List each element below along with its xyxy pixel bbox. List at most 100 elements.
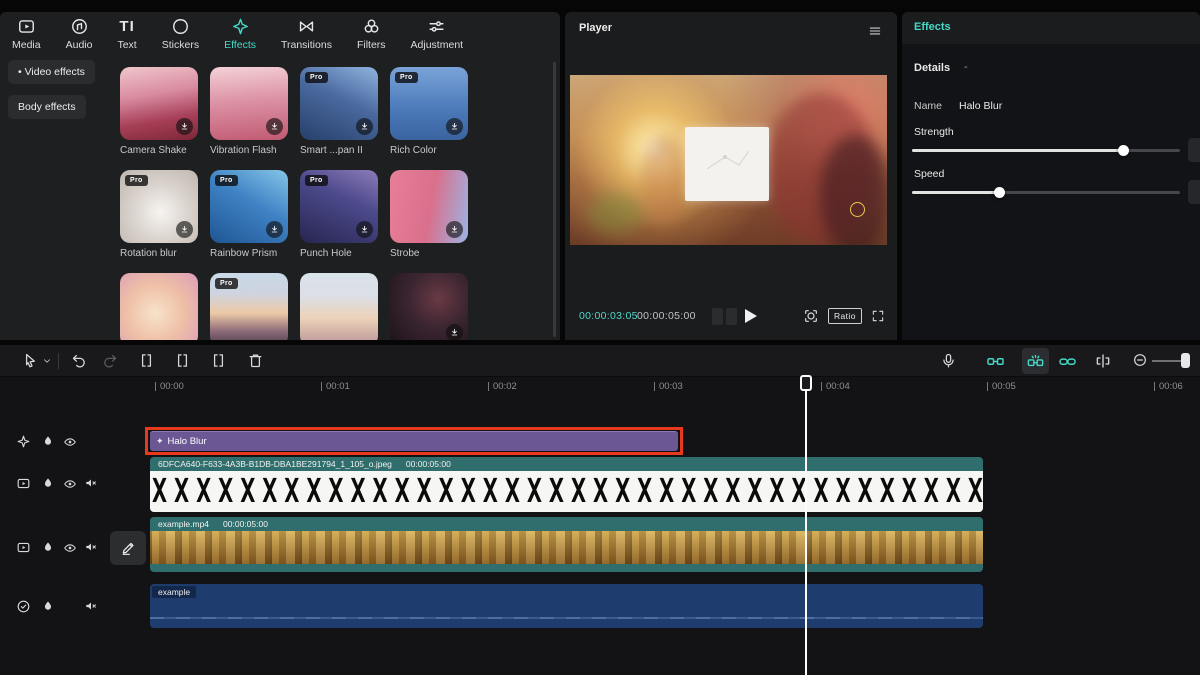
magnetic-icon [1026, 352, 1045, 371]
preview-axis-icon[interactable] [1094, 352, 1112, 370]
video-clip-track-2[interactable]: example.mp4 00:00:05:00 [150, 517, 983, 572]
record-voiceover-icon[interactable] [940, 352, 957, 369]
draw-edit-button[interactable] [110, 531, 146, 565]
auto-snap-icon[interactable] [986, 352, 1005, 371]
preview-blur-blob [640, 135, 690, 225]
clip-filename: example.mp4 [158, 519, 209, 529]
play-button[interactable] [745, 309, 757, 323]
mute-track-icon[interactable] [84, 476, 98, 490]
player-panel: Player 00:00:03:05 00:00:05:00 Ratio [565, 12, 897, 340]
delete-icon[interactable] [247, 352, 264, 369]
clip-filename: 6DFCA640-F633-4A3B-B1DB-DBA1BE291794_1_1… [158, 459, 392, 469]
tab-media[interactable]: Media [12, 16, 41, 51]
split-icon[interactable] [138, 352, 155, 369]
effect-card[interactable]: Strobe [390, 170, 468, 259]
details-collapse-icon[interactable]: - [964, 61, 968, 73]
category-video-effects[interactable]: • Video effects [8, 60, 95, 84]
hide-track-icon[interactable] [63, 477, 77, 491]
timeline-toolbar [0, 345, 1200, 377]
effect-card[interactable] [120, 273, 198, 340]
scrollbar[interactable] [553, 62, 556, 337]
effects-grid: Camera Shake Vibration Flash ProSmart ..… [120, 67, 468, 340]
freeze-frame-icon[interactable] [803, 308, 819, 324]
effect-card[interactable]: ProPunch Hole [300, 170, 378, 259]
tab-audio[interactable]: Audio [66, 16, 93, 51]
effect-card[interactable]: ProRotation blur [120, 170, 198, 259]
video-preview[interactable] [570, 75, 887, 245]
pro-badge: Pro [395, 72, 418, 83]
undo-icon[interactable] [70, 352, 87, 369]
download-icon[interactable] [266, 221, 283, 238]
effects-icon [231, 16, 250, 36]
strength-value-box[interactable] [1188, 138, 1200, 162]
speed-slider-knob[interactable] [994, 187, 1005, 198]
download-icon[interactable] [446, 118, 463, 135]
split-left-icon[interactable] [174, 352, 191, 369]
prev-frame-button[interactable] [712, 308, 723, 325]
video-clip-track-1[interactable]: 6DFCA640-F633-4A3B-B1DB-DBA1BE291794_1_1… [150, 457, 983, 512]
lock-track-icon[interactable] [41, 476, 55, 490]
pro-badge: Pro [125, 175, 148, 186]
hide-track-icon[interactable] [63, 435, 77, 449]
category-body-effects[interactable]: Body effects [8, 95, 86, 119]
mute-track-icon[interactable] [84, 540, 98, 554]
playhead-line [805, 391, 807, 675]
effect-card[interactable]: ProRich Color [390, 67, 468, 156]
download-icon[interactable] [446, 221, 463, 238]
lock-track-icon[interactable] [41, 434, 55, 448]
download-icon[interactable] [176, 118, 193, 135]
magnetic-toggle-active-box[interactable] [1022, 348, 1049, 374]
effect-card[interactable] [300, 273, 378, 340]
fullscreen-icon[interactable] [871, 309, 885, 323]
effect-card[interactable] [390, 273, 468, 340]
pro-badge: Pro [305, 175, 328, 186]
strength-slider-knob[interactable] [1118, 145, 1129, 156]
zoom-out-icon[interactable] [1132, 352, 1148, 368]
effect-card[interactable]: ProSmart ...pan II [300, 67, 378, 156]
playhead-handle[interactable] [800, 375, 812, 391]
lock-track-icon[interactable] [41, 599, 55, 613]
split-right-icon[interactable] [210, 352, 227, 369]
player-menu-icon[interactable] [867, 24, 883, 38]
select-tool-dropdown-icon[interactable] [42, 356, 52, 366]
effect-card[interactable]: Pro [210, 273, 288, 340]
timeline-zoom-knob[interactable] [1181, 353, 1190, 368]
audio-clip-track[interactable]: example [150, 584, 983, 628]
next-frame-button[interactable] [726, 308, 737, 325]
mute-track-icon[interactable] [84, 599, 98, 613]
download-icon[interactable] [356, 118, 373, 135]
link-toggle-icon[interactable] [1058, 352, 1077, 371]
download-icon[interactable] [446, 324, 463, 340]
strength-label: Strength [914, 126, 954, 138]
clip-filmstrip [150, 531, 983, 564]
strength-slider[interactable] [912, 149, 1180, 152]
speed-value-box[interactable] [1188, 180, 1200, 204]
timeline-ruler[interactable]: 00:00 00:01 00:02 00:03 00:04 00:05 00:0… [0, 377, 1200, 398]
download-icon[interactable] [356, 221, 373, 238]
ratio-button[interactable]: Ratio [828, 308, 862, 324]
effect-card[interactable]: Camera Shake [120, 67, 198, 156]
tab-text[interactable]: TIText [117, 16, 136, 51]
tab-effects[interactable]: Effects [224, 16, 256, 51]
adjustment-icon [427, 16, 446, 36]
media-library-panel: Media Audio TIText Stickers Effects Tran… [0, 12, 560, 340]
total-duration: 00:00:05:00 [637, 310, 696, 322]
lock-track-icon[interactable] [41, 540, 55, 554]
download-icon[interactable] [266, 118, 283, 135]
text-icon: TI [119, 16, 134, 36]
tab-filters[interactable]: Filters [357, 16, 386, 51]
effect-card[interactable]: ProRainbow Prism [210, 170, 288, 259]
effect-card[interactable]: Vibration Flash [210, 67, 288, 156]
select-tool-icon[interactable] [22, 352, 39, 369]
speed-slider[interactable] [912, 191, 1180, 194]
preview-blur-blob [820, 135, 887, 245]
redo-icon[interactable] [102, 352, 119, 369]
audio-waveform [150, 617, 983, 619]
top-tab-bar: Media Audio TIText Stickers Effects Tran… [12, 16, 463, 51]
tab-adjustment[interactable]: Adjustment [411, 16, 464, 51]
tab-transitions[interactable]: Transitions [281, 16, 332, 51]
ruler-tick-label: 00:00 [160, 381, 184, 392]
download-icon[interactable] [176, 221, 193, 238]
tab-stickers[interactable]: Stickers [162, 16, 199, 51]
hide-track-icon[interactable] [63, 541, 77, 555]
